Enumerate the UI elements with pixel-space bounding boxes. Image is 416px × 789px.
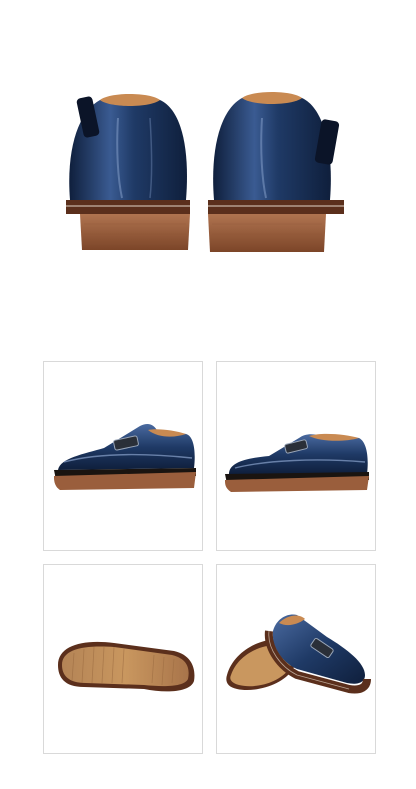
side-view-right-image [225, 433, 369, 492]
angled-view-tile[interactable] [216, 564, 376, 754]
sole-view-tile[interactable] [43, 564, 203, 754]
side-view-left-tile[interactable] [43, 361, 203, 551]
side-view-right-tile[interactable] [216, 361, 376, 551]
rear-view-pair [66, 92, 344, 252]
angled-view-image [226, 614, 371, 694]
left-shoe [66, 94, 190, 250]
hero-rear-view-image [0, 0, 416, 300]
sole-view-image [58, 641, 195, 692]
side-view-left-image [54, 424, 196, 490]
right-shoe [208, 92, 344, 252]
